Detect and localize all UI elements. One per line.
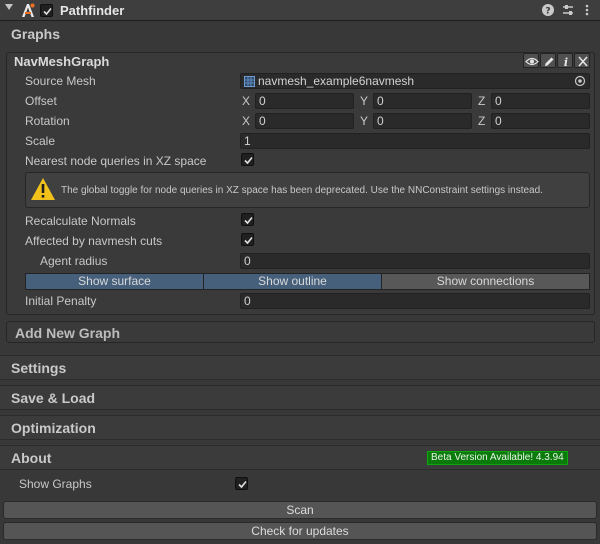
nearest-xz-label: Nearest node queries in XZ space: [25, 154, 207, 168]
graph-name[interactable]: NavMeshGraph: [14, 54, 109, 69]
save-load-section-title: Save & Load: [11, 390, 96, 406]
offset-x-field[interactable]: 0: [255, 93, 354, 109]
initial-penalty-label: Initial Penalty: [25, 294, 97, 308]
recalculate-normals-label: Recalculate Normals: [25, 214, 136, 228]
agent-radius-field[interactable]: 0: [240, 253, 590, 269]
rotation-x-field[interactable]: 0: [255, 113, 354, 129]
beta-version-badge[interactable]: Beta Version Available! 4.3.94: [427, 451, 568, 465]
save-load-section-header[interactable]: Save & Load: [0, 385, 600, 410]
deprecation-warning-text: The global toggle for node queries in XZ…: [61, 185, 543, 196]
add-new-graph-label: Add New Graph: [15, 325, 121, 341]
agent-radius-label: Agent radius: [40, 254, 108, 268]
offset-y-field[interactable]: 0: [373, 93, 472, 109]
settings-section-header[interactable]: Settings: [0, 355, 600, 380]
navmesh-cuts-label: Affected by navmesh cuts: [25, 234, 163, 248]
offset-x-label[interactable]: X: [242, 94, 250, 108]
close-icon: [578, 56, 588, 67]
graphs-section-title: Graphs: [11, 26, 61, 42]
scale-label: Scale: [25, 134, 56, 148]
component-title: Pathfinder: [60, 3, 125, 18]
kebab-menu-icon[interactable]: [580, 3, 594, 17]
component-enabled-checkbox[interactable]: [40, 4, 53, 17]
rotation-label: Rotation: [25, 114, 70, 128]
astar-logo-icon: [22, 3, 35, 17]
initial-penalty-field[interactable]: 0: [240, 293, 590, 309]
show-surface-toggle[interactable]: Show surface: [25, 273, 204, 290]
show-graphs-checkbox[interactable]: [235, 477, 248, 490]
settings-section-title: Settings: [11, 360, 67, 376]
scan-button[interactable]: Scan: [3, 501, 597, 519]
eye-icon: [525, 57, 539, 66]
rotation-z-label[interactable]: Z: [478, 114, 485, 128]
navmesh-cuts-checkbox[interactable]: [241, 233, 254, 246]
offset-y-label[interactable]: Y: [360, 94, 368, 108]
rotation-z-field[interactable]: 0: [491, 113, 590, 129]
source-mesh-label: Source Mesh: [25, 74, 96, 88]
svg-text:?: ?: [545, 7, 550, 17]
mesh-icon: [244, 76, 255, 87]
graph-delete-button[interactable]: [574, 53, 590, 68]
object-picker-icon[interactable]: [574, 75, 586, 87]
source-mesh-value: navmesh_example6navmesh: [258, 74, 415, 88]
show-connections-toggle[interactable]: Show connections: [381, 273, 590, 290]
check-updates-button[interactable]: Check for updates: [3, 522, 597, 540]
warning-icon: [31, 178, 55, 200]
pencil-icon: [545, 57, 554, 66]
show-graphs-label: Show Graphs: [19, 477, 92, 491]
help-icon[interactable]: ?: [541, 3, 555, 17]
offset-z-label[interactable]: Z: [478, 94, 485, 108]
offset-z-field[interactable]: 0: [491, 93, 590, 109]
graph-visibility-button[interactable]: [523, 53, 539, 68]
recalculate-normals-checkbox[interactable]: [241, 213, 254, 226]
svg-text:i: i: [564, 56, 568, 68]
show-outline-toggle[interactable]: Show outline: [203, 273, 382, 290]
optimization-section-title: Optimization: [11, 420, 96, 436]
rotation-y-label[interactable]: Y: [360, 114, 368, 128]
graph-info-button[interactable]: i: [557, 53, 573, 68]
scale-field[interactable]: 1: [240, 133, 590, 149]
info-icon: i: [564, 56, 568, 68]
nearest-xz-checkbox[interactable]: [241, 153, 254, 166]
source-mesh-field[interactable]: navmesh_example6navmesh: [240, 73, 590, 89]
graph-rename-button[interactable]: [540, 53, 556, 68]
optimization-section-header[interactable]: Optimization: [0, 415, 600, 440]
add-new-graph-foldout[interactable]: Add New Graph: [6, 321, 595, 343]
rotation-x-label[interactable]: X: [242, 114, 250, 128]
about-section-title: About: [11, 450, 52, 466]
presets-icon[interactable]: [561, 3, 575, 17]
offset-label: Offset: [25, 94, 57, 108]
foldout-arrow-icon[interactable]: [5, 4, 13, 10]
rotation-y-field[interactable]: 0: [373, 113, 472, 129]
